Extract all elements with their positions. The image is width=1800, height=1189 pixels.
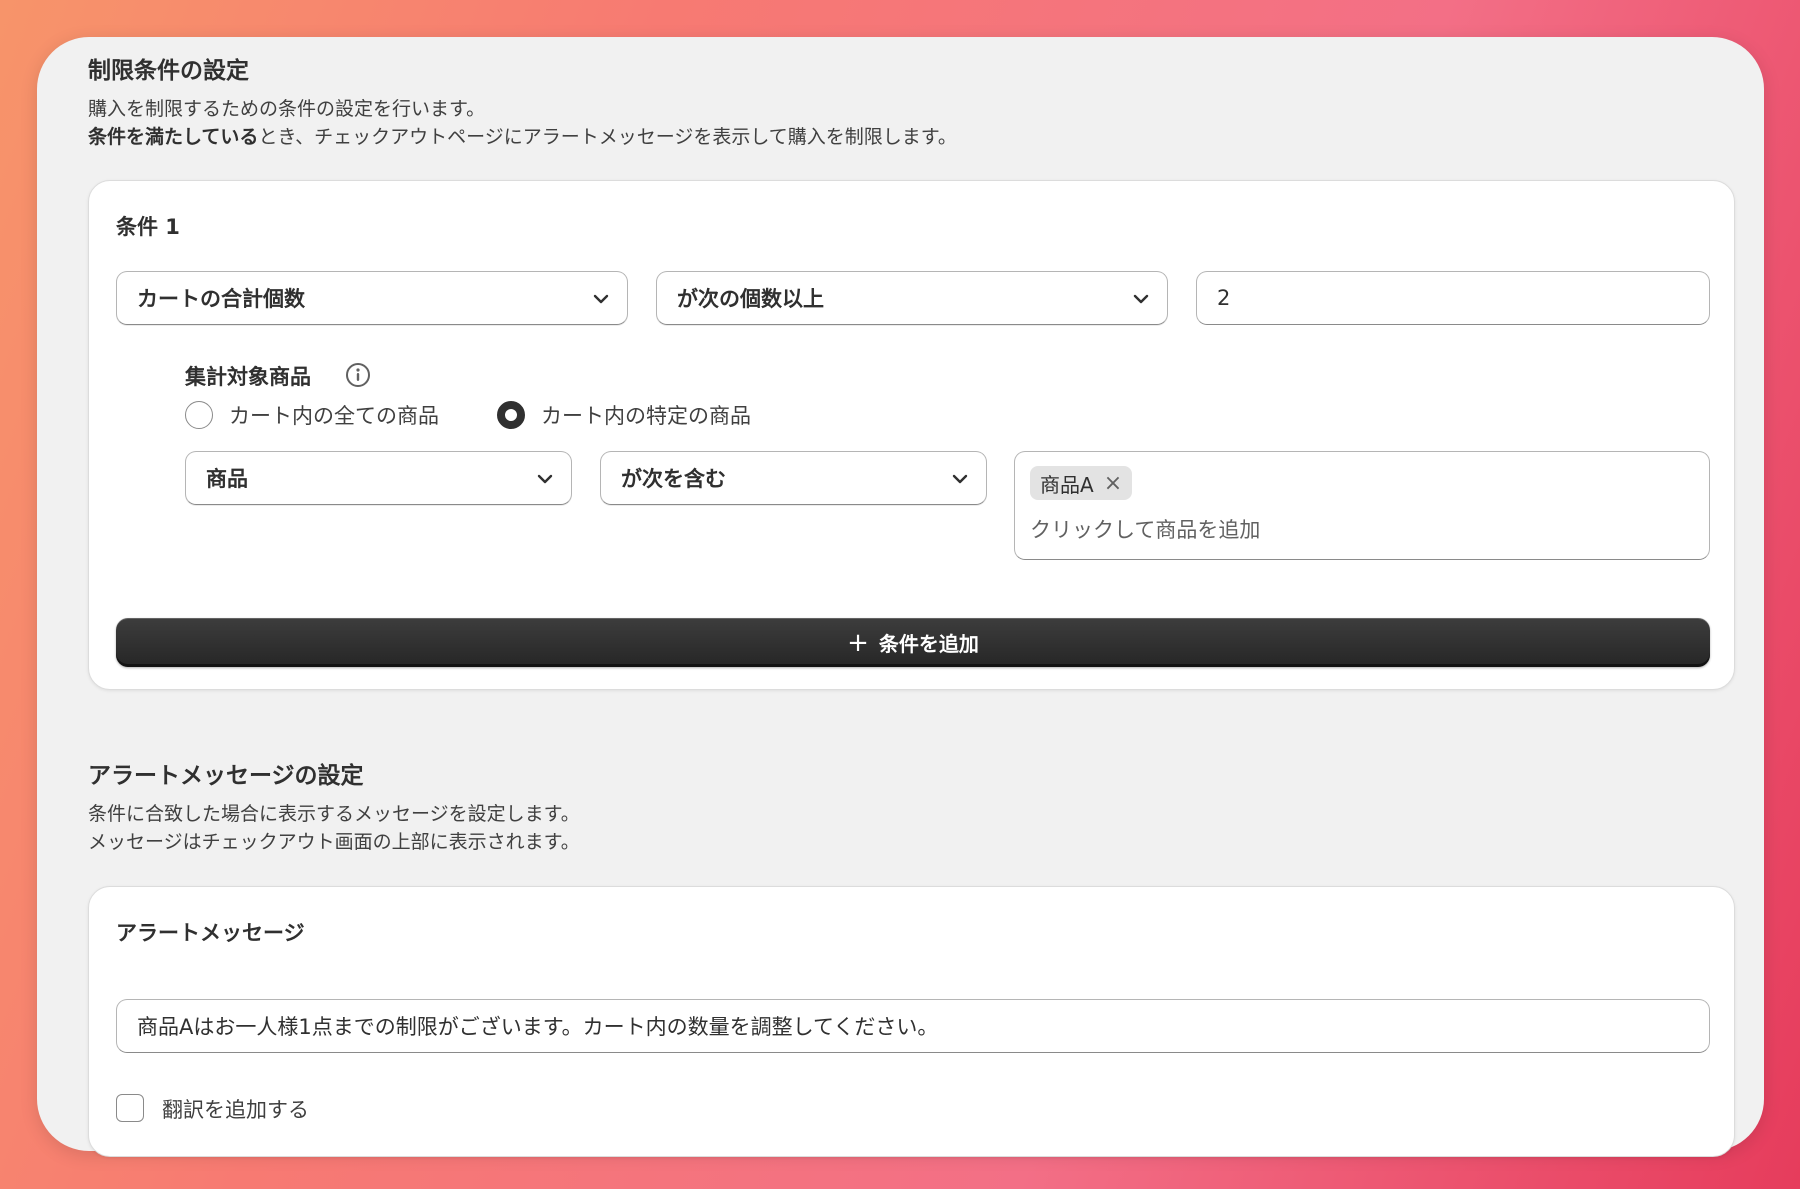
product-operator-value: が次を含む (621, 467, 726, 491)
alert-card-title: アラートメッセージ (116, 921, 305, 945)
chevron-down-icon (952, 474, 968, 484)
radio-specific-circle[interactable] (497, 401, 525, 429)
translation-checkbox-label: 翻訳を追加する (162, 1098, 309, 1122)
chevron-down-icon (593, 294, 609, 304)
info-icon[interactable] (345, 362, 371, 388)
condition-field-value: カートの合計個数 (137, 287, 305, 311)
alert-desc-line1: 条件に合致した場合に表示するメッセージを設定します。 (88, 803, 580, 825)
radio-specific-products[interactable]: カート内の特定の商品 (497, 400, 751, 430)
translation-checkbox[interactable] (116, 1094, 144, 1122)
alert-description: 条件に合致した場合に表示するメッセージを設定します。 メッセージはチェックアウト… (88, 800, 580, 856)
alert-desc-line2: メッセージはチェックアウト画面の上部に表示されます。 (88, 831, 580, 853)
settings-panel: 制限条件の設定 購入を制限するための条件の設定を行います。 条件を満たしていると… (37, 37, 1764, 1157)
radio-all-products[interactable]: カート内の全ての商品 (185, 400, 439, 430)
radio-specific-label: カート内の特定の商品 (541, 404, 751, 428)
target-products-label: 集計対象商品 (185, 365, 311, 389)
restriction-section-title: 制限条件の設定 (88, 58, 249, 84)
product-tag-placeholder: クリックして商品を追加 (1030, 518, 1261, 542)
product-tag-input[interactable]: 商品A × クリックして商品を追加 (1014, 451, 1710, 560)
alert-message-input[interactable]: 商品Aはお一人様1点までの制限がございます。カート内の数量を調整してください。 (116, 999, 1710, 1053)
restriction-desc-bold: 条件を満たしている (88, 126, 259, 148)
condition-value-input[interactable]: 2 (1196, 271, 1710, 325)
product-tag-label: 商品A (1040, 472, 1094, 497)
restriction-desc-line2: 条件を満たしているとき、チェックアウトページにアラートメッセージを表示して購入を… (88, 123, 957, 151)
restriction-desc-line1: 購入を制限するための条件の設定を行います。 (88, 98, 486, 120)
close-icon[interactable]: × (1104, 471, 1122, 496)
condition-operator-value: が次の個数以上 (677, 287, 824, 311)
radio-all-circle[interactable] (185, 401, 213, 429)
condition-field-select[interactable]: カートの合計個数 (116, 271, 628, 325)
restriction-description: 購入を制限するための条件の設定を行います。 条件を満たしているとき、チェックアウ… (88, 95, 957, 151)
product-field-select[interactable]: 商品 (185, 451, 572, 505)
restriction-desc-rest: とき、チェックアウトページにアラートメッセージを表示して購入を制限します。 (258, 126, 957, 148)
chevron-down-icon (1133, 294, 1149, 304)
chevron-down-icon (537, 474, 553, 484)
product-tag: 商品A × (1030, 466, 1133, 500)
product-operator-select[interactable]: が次を含む (600, 451, 987, 505)
condition-card: 条件 1 カートの合計個数 が次の個数以上 2 集計対象商品 カート内の全ての商… (88, 180, 1735, 690)
condition-operator-select[interactable]: が次の個数以上 (656, 271, 1168, 325)
alert-card: アラートメッセージ 商品Aはお一人様1点までの制限がございます。カート内の数量を… (88, 886, 1735, 1157)
add-condition-button[interactable]: + 条件を追加 (116, 618, 1710, 667)
alert-message-text: 商品Aはお一人様1点までの制限がございます。カート内の数量を調整してください。 (137, 1015, 939, 1039)
condition-value-text: 2 (1217, 286, 1231, 310)
alert-section-title: アラートメッセージの設定 (88, 763, 364, 789)
condition-title: 条件 1 (116, 215, 180, 239)
plus-icon: + (847, 627, 869, 658)
radio-all-label: カート内の全ての商品 (229, 404, 439, 428)
product-field-value: 商品 (206, 467, 248, 491)
add-condition-label: 条件を追加 (878, 632, 979, 656)
